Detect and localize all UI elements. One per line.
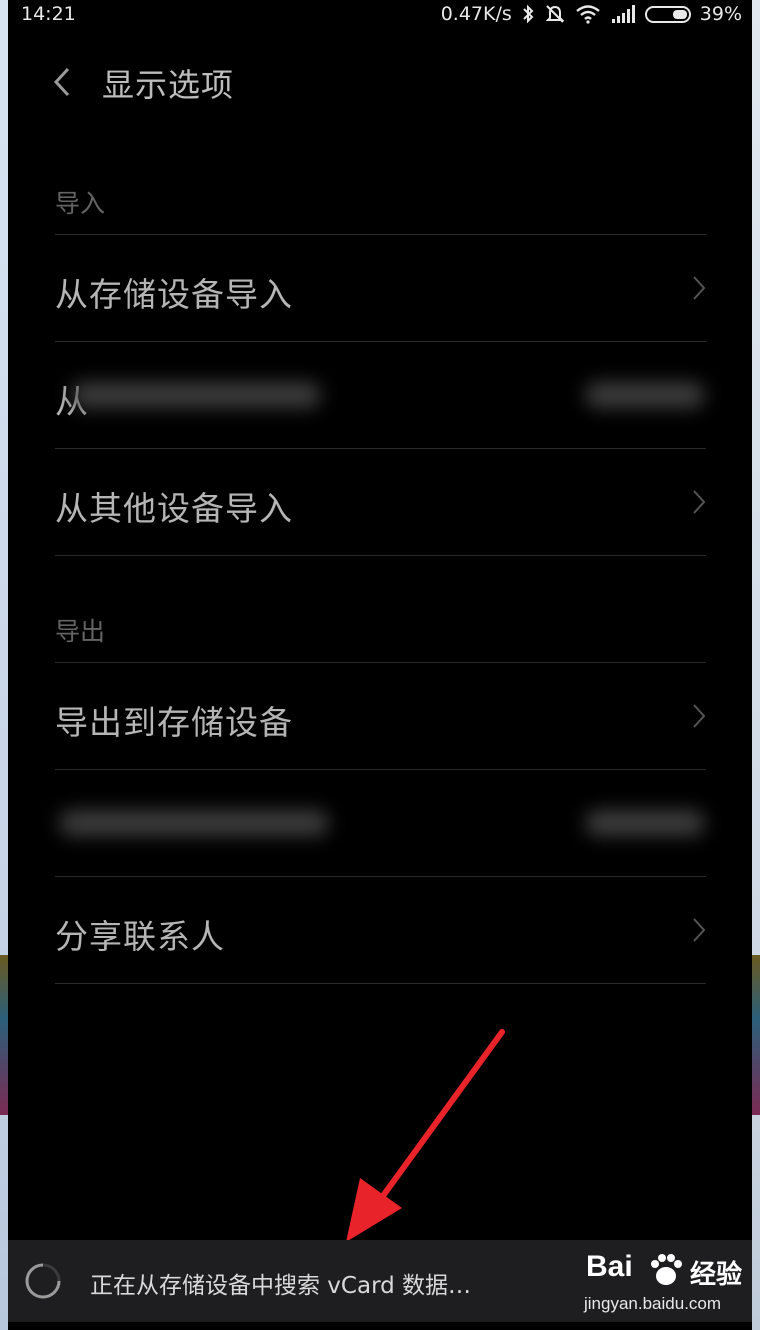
- watermark-logo-text: Bai: [586, 1250, 633, 1283]
- progress-toast: 正在从存储设备中搜索 vCard 数据… Bai 经验 jingyan.baid…: [8, 1240, 752, 1322]
- baidu-jingyan-watermark: Bai 经验 jingyan.baidu.com: [582, 1248, 752, 1320]
- baidu-paw-icon: [651, 1254, 682, 1285]
- annotation-arrow-icon: [346, 1029, 505, 1242]
- background-stripe-left: [0, 955, 8, 1115]
- loading-spinner-icon: [25, 1263, 61, 1299]
- window-frame-right: [752, 0, 760, 1330]
- watermark-jingyan-text: 经验: [690, 1260, 743, 1290]
- phone-screen: 14:21 0.47K/s 39% 显示选项 导入 从存储设备导入 从 从其他设…: [8, 0, 752, 1330]
- toast-message: 正在从存储设备中搜索 vCard 数据…: [90, 1273, 472, 1299]
- watermark-url: jingyan.baidu.com: [584, 1294, 722, 1313]
- background-stripe-right: [752, 955, 760, 1115]
- window-frame-left: [0, 0, 8, 1330]
